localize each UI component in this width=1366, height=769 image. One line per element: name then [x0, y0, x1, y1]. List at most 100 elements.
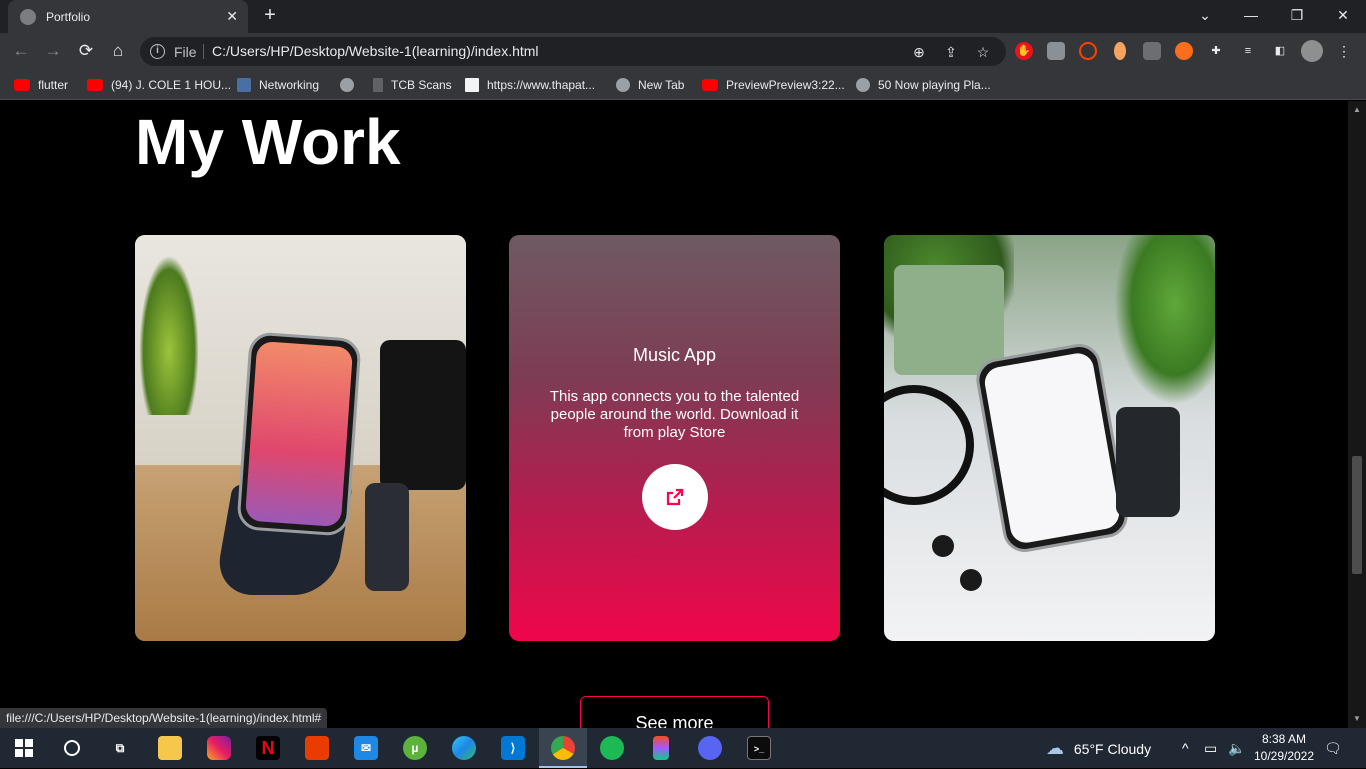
- instagram-icon[interactable]: [207, 736, 231, 760]
- minimize-button[interactable]: —: [1228, 0, 1274, 30]
- figma-icon[interactable]: [653, 736, 669, 760]
- office-icon[interactable]: [305, 736, 329, 760]
- spotify-icon[interactable]: [600, 736, 624, 760]
- adblock-extension-icon[interactable]: ✋: [1015, 42, 1033, 60]
- globe-icon: [340, 78, 354, 92]
- youtube-icon: [702, 79, 718, 91]
- external-link-icon: [666, 488, 684, 506]
- network-icon[interactable]: ▭: [1204, 728, 1217, 768]
- restore-button[interactable]: ❐: [1274, 0, 1320, 30]
- notifications-icon[interactable]: 🗨: [1324, 728, 1342, 768]
- card-title: Music App: [632, 345, 717, 365]
- close-window-button[interactable]: ✕: [1320, 0, 1366, 30]
- bookmark-label: (94) J. COLE 1 HOU...: [111, 78, 232, 92]
- bookmark-item[interactable]: flutter: [14, 76, 68, 94]
- bookmark-item[interactable]: PreviewPreview3:22...: [702, 76, 845, 94]
- bookmark-label: https://www.thapat...: [487, 78, 596, 92]
- date-text: 10/29/2022: [1253, 749, 1315, 763]
- file-explorer-icon[interactable]: [158, 736, 182, 760]
- extensions-puzzle-icon[interactable]: ✚: [1207, 42, 1225, 60]
- see-more-button[interactable]: See more: [580, 696, 769, 728]
- bookmark-item[interactable]: New Tab: [616, 76, 684, 94]
- youtube-icon: [14, 79, 30, 91]
- work-card[interactable]: [884, 235, 1215, 641]
- youtube-icon: [87, 79, 103, 91]
- search-circle-icon[interactable]: [60, 736, 84, 760]
- network-icon: [237, 78, 251, 92]
- terminal-icon[interactable]: >_: [747, 736, 771, 760]
- reading-list-icon[interactable]: ≡: [1239, 42, 1257, 60]
- new-tab-button[interactable]: +: [258, 4, 282, 28]
- bookmark-label: 50 Now playing Pla...: [878, 78, 991, 92]
- phone-on-stand-image: [135, 235, 466, 641]
- extension-icon[interactable]: [1047, 42, 1065, 60]
- mail-icon[interactable]: ✉: [354, 736, 378, 760]
- status-url: file:///C:/Users/HP/Desktop/Website-1(le…: [0, 708, 328, 728]
- bookmark-item[interactable]: TCB Scans: [373, 76, 452, 94]
- edge-icon[interactable]: [452, 736, 476, 760]
- scroll-down-arrow-icon[interactable]: ▼: [1352, 714, 1362, 723]
- bookmark-label: TCB Scans: [391, 78, 452, 92]
- address-bar[interactable]: i File C:/Users/HP/Desktop/Website-1(lea…: [140, 37, 1006, 66]
- work-card[interactable]: [135, 235, 466, 641]
- security-label: File: [174, 44, 197, 60]
- clock[interactable]: 8:38 AM 10/29/2022: [1250, 731, 1318, 765]
- volume-icon[interactable]: 🔈: [1228, 728, 1245, 768]
- page-icon: [465, 78, 479, 92]
- task-view-icon[interactable]: ⧉: [108, 736, 132, 760]
- scroll-up-arrow-icon[interactable]: ▲: [1352, 105, 1362, 114]
- scrollbar-thumb[interactable]: [1352, 456, 1362, 574]
- bookmark-item[interactable]: (94) J. COLE 1 HOU...: [87, 76, 231, 94]
- windows-taskbar: ⧉ N ✉ µ ⟩ >_ ☁ 65°F Cloudy ^ ▭ 🔈 8:38 AM…: [0, 728, 1366, 768]
- zoom-icon[interactable]: ⊕: [910, 43, 928, 61]
- discord-icon[interactable]: [698, 736, 722, 760]
- share-icon[interactable]: ⇪: [942, 43, 960, 61]
- globe-icon: [616, 78, 630, 92]
- toolbar: ← → ⟳ ⌂ i File C:/Users/HP/Desktop/Websi…: [0, 33, 1366, 70]
- tab-portfolio[interactable]: Portfolio ✕: [8, 0, 248, 33]
- extension-icon[interactable]: [1114, 42, 1126, 60]
- work-card-music-app[interactable]: Music App This app connects you to the t…: [509, 235, 840, 641]
- chrome-icon[interactable]: [551, 736, 575, 760]
- weather-text: 65°F Cloudy: [1073, 741, 1152, 757]
- utorrent-icon[interactable]: µ: [403, 736, 427, 760]
- close-tab-icon[interactable]: ✕: [226, 8, 238, 25]
- profile-avatar[interactable]: [1301, 40, 1323, 62]
- bookmark-item[interactable]: [340, 76, 362, 94]
- globe-icon: [20, 8, 36, 25]
- globe-icon: [856, 78, 870, 92]
- cloud-icon: ☁: [1046, 738, 1064, 758]
- tab-strip: Portfolio ✕ + ⌄ — ❐ ✕: [0, 0, 1366, 33]
- side-panel-icon[interactable]: ◧: [1271, 42, 1289, 60]
- bookmark-item[interactable]: 50 Now playing Pla...: [856, 76, 991, 94]
- menu-kebab-icon[interactable]: ⋮: [1335, 42, 1353, 60]
- home-icon[interactable]: ⌂: [106, 39, 130, 63]
- bookmark-label: PreviewPreview3:22...: [726, 78, 845, 92]
- back-arrow-icon[interactable]: ←: [9, 39, 33, 63]
- page-scrollbar[interactable]: ▲ ▼: [1348, 101, 1366, 728]
- info-icon[interactable]: i: [150, 44, 165, 59]
- lock-extension-icon[interactable]: [1143, 42, 1161, 60]
- extension-icon[interactable]: [1175, 42, 1193, 60]
- bookmark-label: Networking: [259, 78, 320, 92]
- tab-search-icon[interactable]: ⌄: [1182, 0, 1228, 30]
- divider: [203, 44, 204, 59]
- bookmark-star-icon[interactable]: ☆: [974, 43, 992, 61]
- forward-arrow-icon[interactable]: →: [41, 39, 65, 63]
- chevron-up-icon[interactable]: ^: [1182, 728, 1189, 768]
- time-text: 8:38 AM: [1261, 732, 1307, 746]
- svelte-extension-icon[interactable]: [1079, 42, 1097, 60]
- bookmark-item[interactable]: https://www.thapat...: [465, 76, 595, 94]
- bookmarks-bar: flutter (94) J. COLE 1 HOU... Networking…: [0, 70, 1366, 100]
- netflix-icon[interactable]: N: [256, 736, 280, 760]
- bookmark-item[interactable]: Networking: [237, 76, 319, 94]
- page-viewport: My Work Music App This app connects you …: [0, 101, 1348, 728]
- url-text[interactable]: C:/Users/HP/Desktop/Website-1(learning)/…: [212, 43, 539, 59]
- weather-widget[interactable]: ☁ 65°F Cloudy: [1046, 728, 1151, 768]
- reload-icon[interactable]: ⟳: [74, 39, 98, 63]
- external-link-button[interactable]: [642, 464, 708, 530]
- windows-start-icon[interactable]: [12, 736, 36, 760]
- vscode-icon[interactable]: ⟩: [501, 736, 525, 760]
- bookmark-label: flutter: [38, 78, 69, 92]
- store-app-phone-image: [884, 235, 1215, 641]
